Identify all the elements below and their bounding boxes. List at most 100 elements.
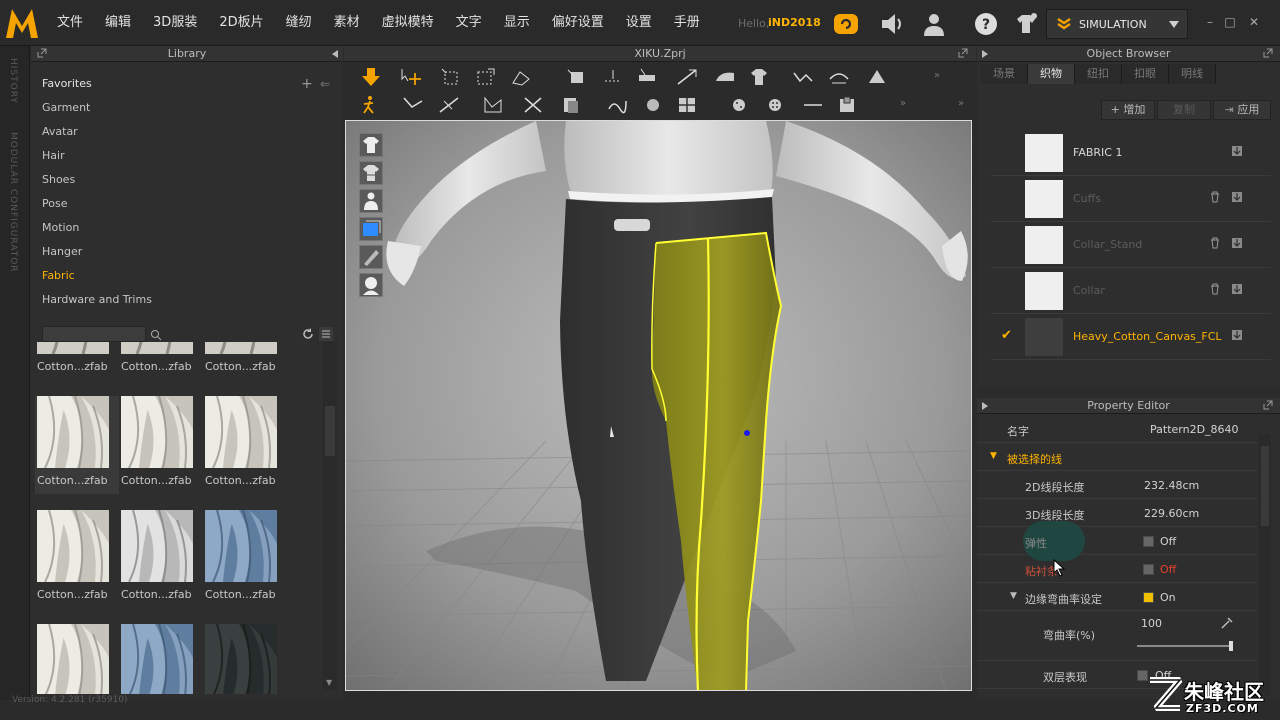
fabric-thumbnail[interactable]: Cotton...zfab [119,396,203,494]
fabric-thumbnail[interactable]: Cotton...zfab [203,342,287,380]
iron-tool-icon[interactable] [714,67,736,87]
cloud-sync-icon[interactable] [833,11,859,37]
puckering-icon[interactable] [606,95,628,115]
fabric-options-icon[interactable] [1231,145,1243,157]
minimize-icon[interactable]: – [1204,16,1216,28]
menu-item[interactable]: 偏好设置 [541,0,615,46]
transform-box-icon[interactable] [474,67,496,87]
fabric-list-item[interactable]: Collar [991,268,1271,314]
library-item-hair[interactable]: Hair [31,144,343,168]
prop-curvature-value[interactable]: 100 [1141,617,1162,630]
trim-tool-icon[interactable] [866,67,888,87]
bond-checkbox[interactable] [1143,564,1154,575]
curve-expand-icon[interactable]: ▼ [1010,591,1017,601]
fold-arrange-icon[interactable] [510,67,532,87]
search-icon[interactable] [150,329,162,341]
library-item-hanger[interactable]: Hanger [31,240,343,264]
fold-tool-icon[interactable] [828,67,850,87]
library-item-avatar[interactable]: Avatar [31,120,343,144]
library-search-input[interactable] [42,326,146,342]
curvature-edit-icon[interactable] [1221,617,1233,629]
fabric-options-icon[interactable] [1231,191,1243,203]
fabric-list-item[interactable]: FABRIC 1 [991,130,1271,176]
fabric-thumbnail[interactable]: Cotton...zfab [35,510,119,608]
menu-item[interactable]: 编辑 [94,0,142,46]
property-editor-collapse-icon[interactable] [980,401,990,411]
fabric-thumbnail[interactable] [35,624,119,694]
pin-garment-icon[interactable] [566,67,588,87]
add-fabric-button[interactable]: + 增加 [1101,100,1155,120]
measure-tool-icon[interactable] [636,67,658,87]
fold-sewing-icon[interactable] [482,95,504,115]
simulation-dropdown-icon[interactable] [1169,21,1179,29]
menu-item[interactable]: 手册 [663,0,711,46]
topstitch-icon[interactable] [802,95,824,115]
back-arrow-icon[interactable]: ⇐ [320,77,330,91]
menu-item[interactable]: 素材 [323,0,371,46]
view-garment-icon[interactable] [359,133,383,157]
menu-item[interactable]: 显示 [493,0,541,46]
toolbar-more-icon[interactable]: » [934,70,940,81]
history-tab[interactable]: HISTORY [8,58,18,104]
view-garment-outline-icon[interactable] [359,161,383,185]
fabric-thumbnail[interactable]: Cotton...zfab [119,510,203,608]
apply-fabric-button[interactable]: ⇥ 应用 [1213,100,1271,120]
library-item-shoes[interactable]: Shoes [31,168,343,192]
menu-item[interactable]: 设置 [615,0,663,46]
sew-free-icon[interactable] [438,95,460,115]
maximize-icon[interactable]: □ [1224,16,1236,28]
section-expand-icon[interactable]: ▼ [990,451,997,461]
library-item-pose[interactable]: Pose [31,192,343,216]
fabric-thumbnail[interactable] [203,624,287,694]
menu-item[interactable]: 2D板片 [208,0,274,46]
menu-item[interactable]: 3D服装 [142,0,208,46]
menu-item[interactable]: 虚拟模特 [371,0,445,46]
curve-checkbox[interactable] [1143,592,1154,603]
object-browser-tab[interactable]: 纽扣 [1075,64,1122,84]
prop-section-label[interactable]: 被选择的线 [1007,451,1062,467]
undock-icon[interactable] [37,48,47,58]
delete-fabric-icon[interactable] [1209,237,1221,249]
view-texture-icon[interactable] [359,217,383,241]
view-brush-icon[interactable] [359,245,383,269]
library-item-garment[interactable]: Garment [31,96,343,120]
object-browser-collapse-icon[interactable] [980,49,990,59]
toolbar2-more-icon[interactable]: » [900,98,906,109]
scroll-down-icon[interactable]: ▼ [326,678,332,687]
object-browser-tab[interactable]: 明线 [1169,64,1216,84]
menu-item[interactable]: 文件 [46,0,94,46]
collapse-panel-icon[interactable] [330,49,340,59]
fabric-thumbnail[interactable]: Cotton...zfab [203,510,287,608]
property-scroll-thumb[interactable] [1261,446,1269,526]
shirt-fit-icon[interactable] [748,67,770,87]
view-avatar-shaded-icon[interactable] [359,273,383,297]
add-favorite-icon[interactable]: + [301,76,313,92]
zipper-icon[interactable] [836,95,858,115]
buttonhole-icon[interactable] [764,95,786,115]
garment-settings-icon[interactable] [1013,11,1039,37]
help-icon[interactable]: ? [973,11,999,37]
modular-configurator-tab[interactable]: MODULAR CONFIGURATOR [8,132,18,273]
fabric-options-icon[interactable] [1231,237,1243,249]
fabric-thumbnail[interactable] [119,624,203,694]
library-scrollbar[interactable]: ▼ [323,342,337,690]
select-mesh-icon[interactable] [440,67,462,87]
fabric-swatch[interactable] [1025,226,1063,264]
simulation-arrow-icon[interactable] [360,67,382,87]
fabric-thumbnail[interactable]: Cotton...zfab [35,342,119,380]
fabric-list-item[interactable]: Cuffs [991,176,1271,222]
fabric-list-item[interactable]: Collar_Stand [991,222,1271,268]
menu-item[interactable]: 文字 [445,0,493,46]
object-browser-tab[interactable]: 场景 [981,64,1028,84]
refresh-icon[interactable] [302,328,314,340]
3d-view-undock-icon[interactable] [958,48,968,58]
library-item-motion[interactable]: Motion [31,216,343,240]
curvature-slider-handle[interactable] [1229,641,1233,651]
fabric-thumbnail[interactable]: Cotton...zfab [203,396,287,494]
list-view-icon[interactable] [319,327,333,341]
fabric-swatch[interactable] [1025,318,1063,356]
property-editor-undock-icon[interactable] [1263,400,1273,410]
fabric-swatch[interactable] [1025,134,1063,172]
delete-fabric-icon[interactable] [1209,283,1221,295]
layer-icon[interactable] [560,95,582,115]
